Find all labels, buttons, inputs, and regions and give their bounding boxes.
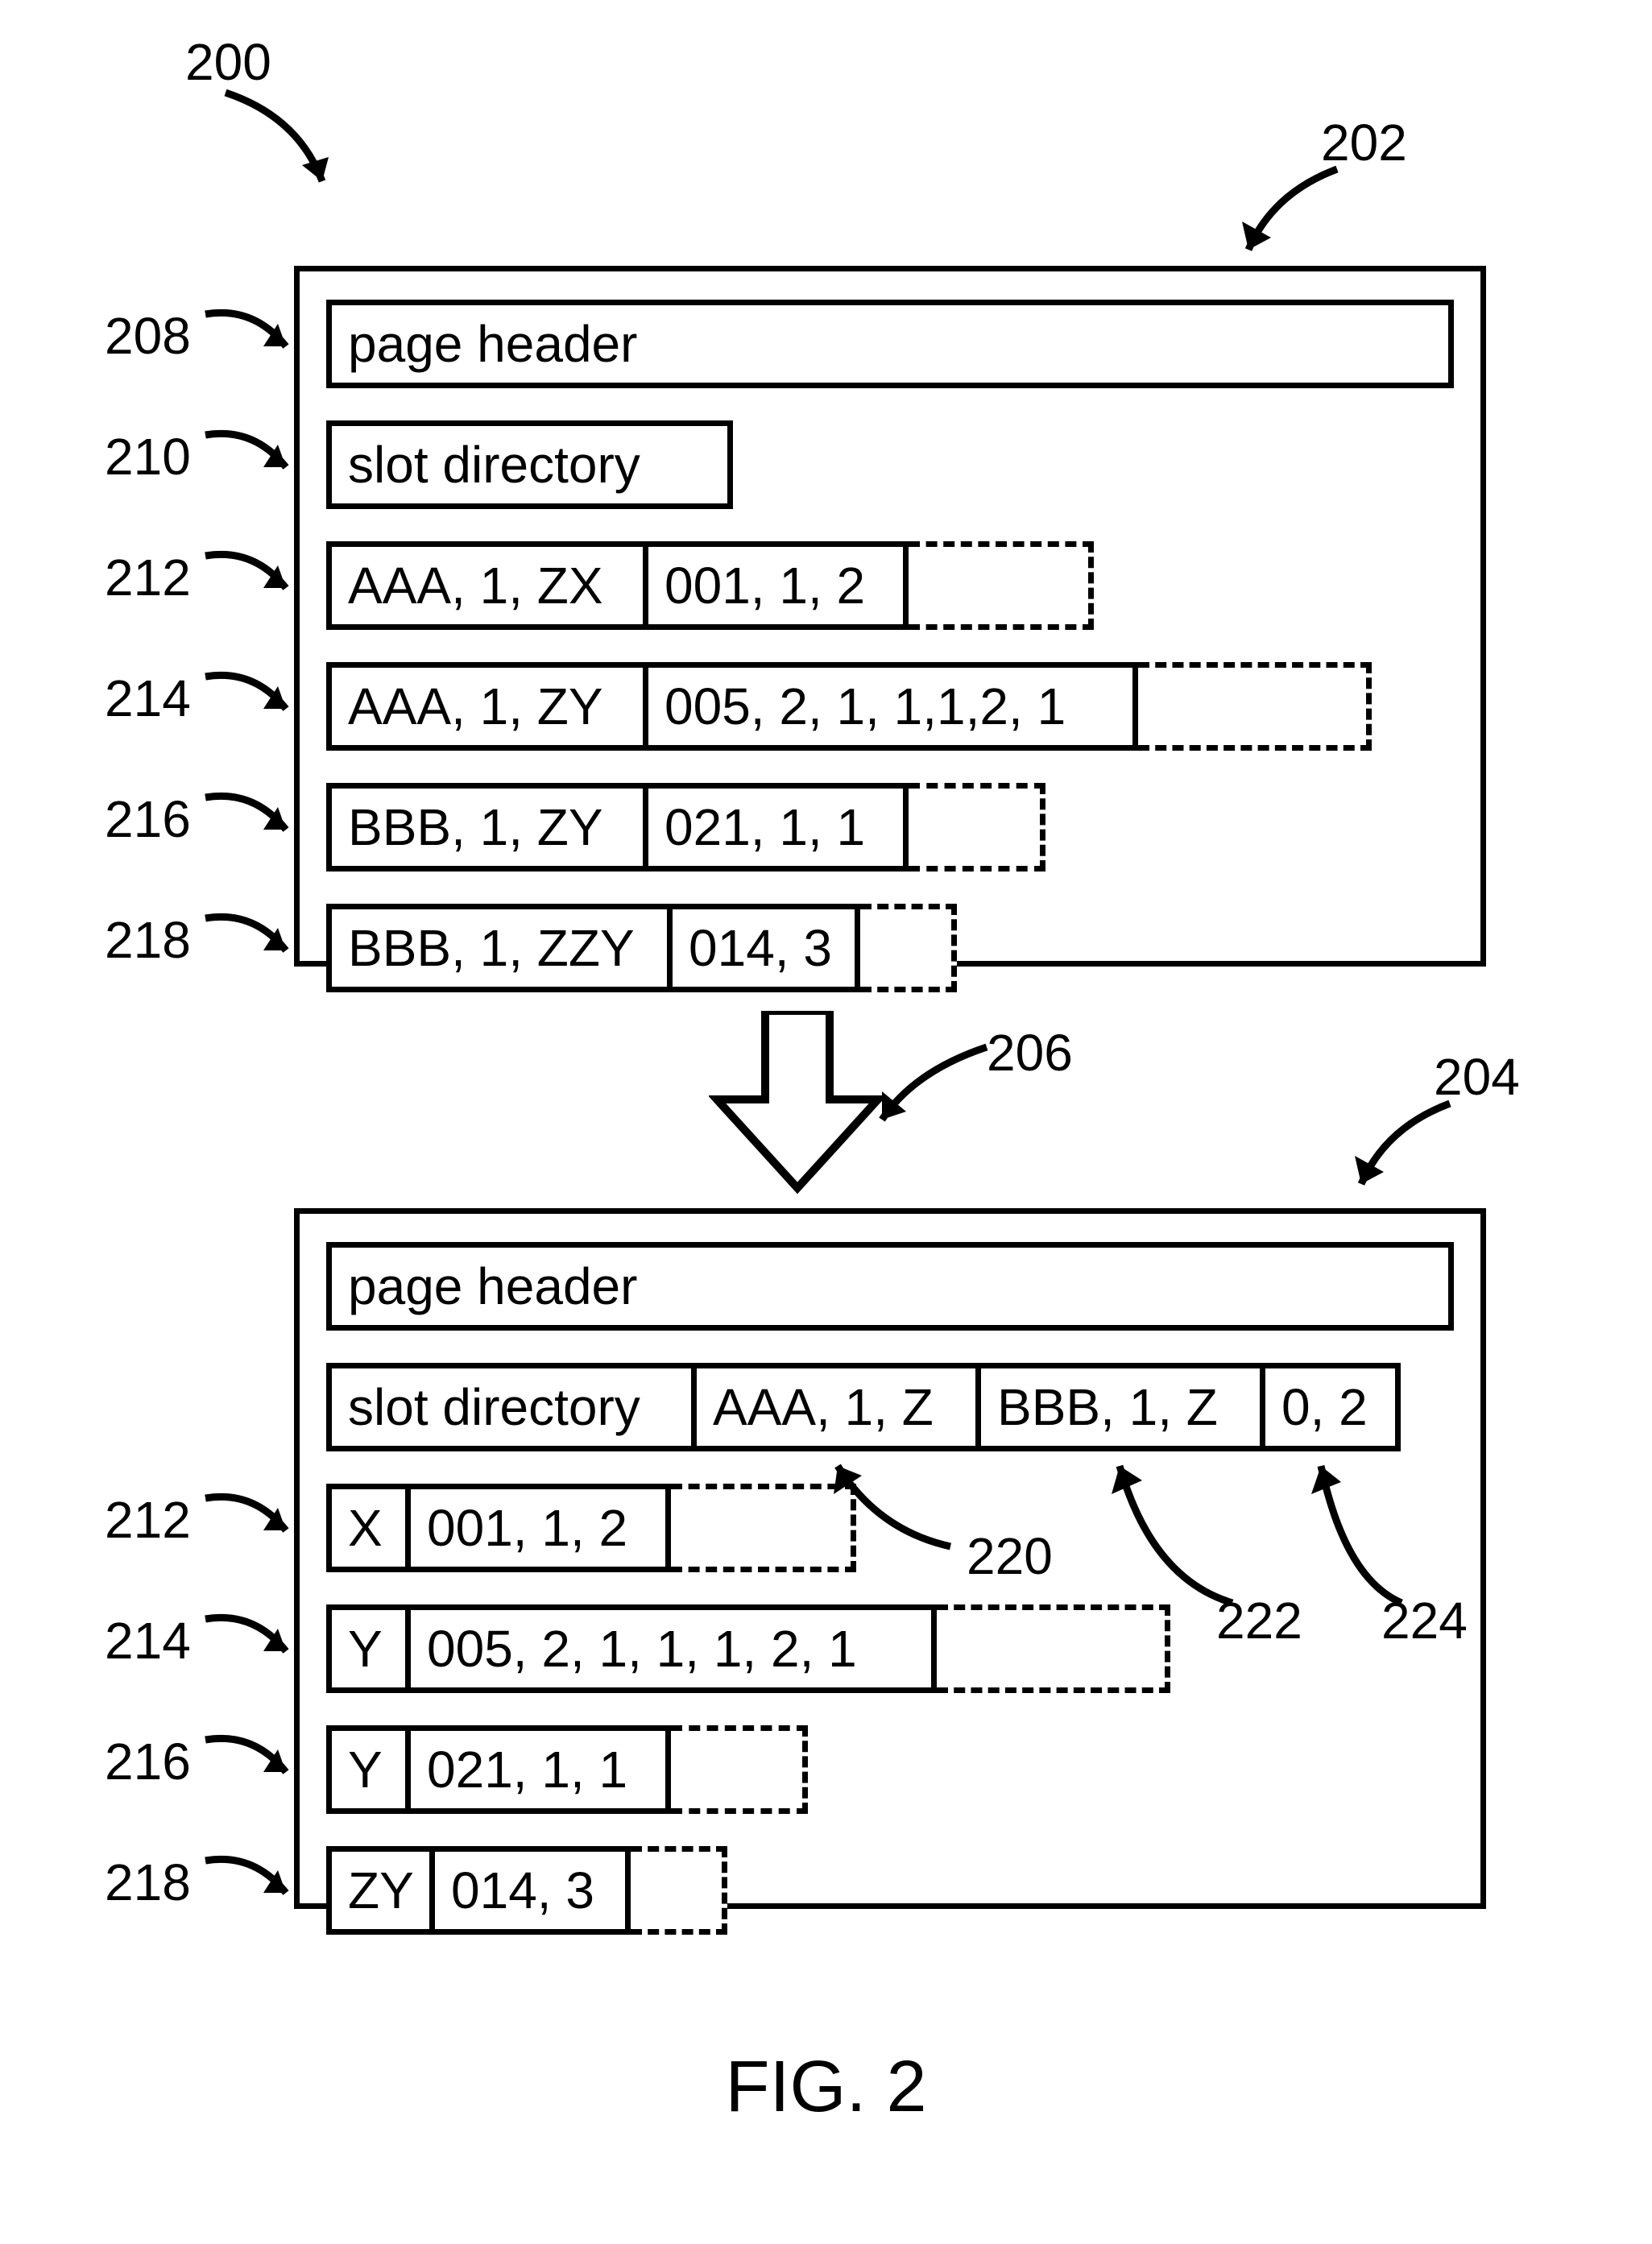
ref-216-top: 216 [105,789,191,849]
row-216-top-a-label: BBB, 1, ZY [332,789,643,866]
ref-216-top-arrow [205,789,302,862]
row-212-top-b: 001, 1, 2 [643,541,909,630]
ref-204: 204 [1434,1047,1520,1107]
slot-directory-bottom-b-label: BBB, 1, Z [981,1368,1260,1446]
ref-206-arrow [874,1047,1003,1136]
ref-214-bottom-arrow [205,1611,302,1683]
slot-directory-bottom-b: BBB, 1, Z [975,1363,1265,1451]
ref-210-arrow [205,427,302,499]
row-218-top-a: BBB, 1, ZZY [326,904,673,992]
row-218-bottom-a: ZY [326,1846,435,1935]
row-218-top-b-label: 014, 3 [673,909,855,987]
ref-216-bottom: 216 [105,1732,191,1791]
row-218-bottom-b: 014, 3 [429,1846,631,1935]
slot-directory-bottom-c: 0, 2 [1260,1363,1401,1451]
ref-212-bottom-arrow [205,1490,302,1563]
row-214-bottom-b-label: 005, 2, 1, 1, 1, 2, 1 [411,1610,931,1687]
row-218-top-b: 014, 3 [667,904,860,992]
row-216-bottom-b-label: 021, 1, 1 [411,1731,665,1808]
row-218-top-a-label: BBB, 1, ZZY [332,909,667,987]
row-214-bottom-a-label: Y [332,1610,405,1687]
row-216-bottom-a-label: Y [332,1731,405,1808]
row-212-top-a: AAA, 1, ZX [326,541,648,630]
row-214-top-b-label: 005, 2, 1, 1,1,2, 1 [648,668,1132,745]
ref-218-bottom: 218 [105,1853,191,1912]
row-218-bottom-b-label: 014, 3 [435,1852,625,1929]
slot-directory-bottom-c-label: 0, 2 [1265,1368,1395,1446]
row-216-bottom-b: 021, 1, 1 [405,1725,671,1814]
ref-220: 220 [967,1526,1053,1586]
ref-220-arrow [830,1458,967,1555]
row-216-bottom-free [671,1725,808,1814]
row-214-top-a: AAA, 1, ZY [326,662,648,751]
row-216-top-b: 021, 1, 1 [643,783,909,872]
row-214-top-a-label: AAA, 1, ZY [332,668,643,745]
ref-224: 224 [1381,1591,1468,1650]
page-header-top: page header [326,300,1454,388]
row-212-bottom-b-label: 001, 1, 2 [411,1489,665,1567]
row-214-bottom-a: Y [326,1604,411,1693]
row-216-top-a: BBB, 1, ZY [326,783,648,872]
ref-212-top: 212 [105,548,191,607]
row-212-bottom-b: 001, 1, 2 [405,1484,671,1572]
row-214-top-free [1138,662,1372,751]
row-212-bottom-free [671,1484,856,1572]
ref-208: 208 [105,306,191,366]
slot-directory-bottom-a-label: AAA, 1, Z [697,1368,975,1446]
row-212-top-free [909,541,1094,630]
slot-directory-bottom: slot directory [326,1363,697,1451]
ref-200-arrow [201,93,330,205]
slot-directory-bottom-a: AAA, 1, Z [691,1363,981,1451]
down-arrow-icon [709,1011,886,1196]
ref-222-arrow [1112,1458,1248,1611]
ref-202: 202 [1321,113,1407,172]
row-212-bottom-a: X [326,1484,411,1572]
page-header-bottom-label: page header [332,1248,1448,1325]
row-214-bottom-b: 005, 2, 1, 1, 1, 2, 1 [405,1604,937,1693]
figure-caption: FIG. 2 [0,2046,1652,2129]
row-212-bottom-a-label: X [332,1489,405,1567]
ref-216-bottom-arrow [205,1732,302,1804]
ref-218-top-arrow [205,910,302,983]
ref-214-top: 214 [105,669,191,728]
row-214-bottom-free [937,1604,1170,1693]
row-212-top-a-label: AAA, 1, ZX [332,547,643,624]
row-218-bottom-free [631,1846,727,1935]
ref-218-top: 218 [105,910,191,970]
ref-202-arrow [1240,169,1353,274]
ref-224-arrow [1313,1458,1418,1611]
row-218-bottom-a-label: ZY [332,1852,429,1929]
page-header-top-label: page header [332,305,1448,383]
ref-208-arrow [205,306,302,379]
ref-212-bottom: 212 [105,1490,191,1550]
slot-directory-bottom-label: slot directory [332,1368,691,1446]
ref-212-top-arrow [205,548,302,620]
ref-210: 210 [105,427,191,486]
row-216-bottom-a: Y [326,1725,411,1814]
ref-200: 200 [185,32,271,92]
ref-218-bottom-arrow [205,1853,302,1925]
ref-206: 206 [987,1023,1073,1083]
ref-214-top-arrow [205,669,302,741]
slot-directory-top-label: slot directory [332,426,727,503]
row-216-top-b-label: 021, 1, 1 [648,789,903,866]
ref-214-bottom: 214 [105,1611,191,1671]
row-218-top-free [860,904,957,992]
row-214-top-b: 005, 2, 1, 1,1,2, 1 [643,662,1138,751]
slot-directory-top: slot directory [326,420,733,509]
page-header-bottom: page header [326,1242,1454,1331]
row-212-top-b-label: 001, 1, 2 [648,547,903,624]
ref-222: 222 [1216,1591,1302,1650]
row-216-top-free [909,783,1045,872]
ref-204-arrow [1353,1103,1466,1208]
